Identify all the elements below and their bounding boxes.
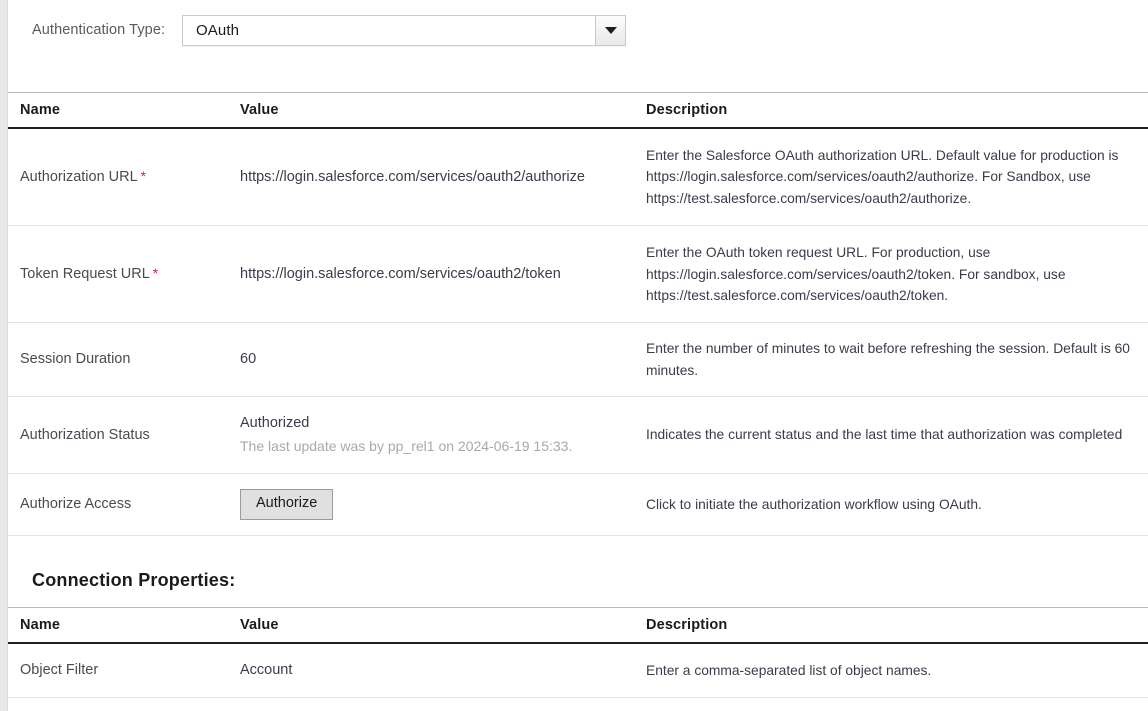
table-row: Authorization URL * https://login.salesfo… [8, 128, 1148, 227]
authentication-type-select[interactable]: OAuth [182, 14, 626, 46]
required-asterisk-icon: * [152, 264, 159, 281]
row-description-authorization-url: Enter the Salesforce OAuth authorization… [638, 128, 1148, 227]
row-value-authorization-status: Authorized The last update was by pp_rel… [228, 396, 638, 475]
row-value-token-request-url[interactable]: https://login.salesforce.com/services/oa… [228, 225, 638, 324]
connection-settings-page: Authentication Type: OAuth Name Value De… [8, 0, 1148, 711]
table-header-row: Name Value Description [8, 92, 1148, 129]
column-header-value: Value [228, 92, 638, 129]
row-value-object-filter[interactable]: Account [228, 643, 638, 698]
row-name-session-duration: Session Duration [8, 322, 228, 397]
table-row: Authorize Access Authorize Click to init… [8, 473, 1148, 537]
row-name-authorize-access: Authorize Access [8, 473, 228, 537]
row-description-token-request-url: Enter the OAuth token request URL. For p… [638, 225, 1148, 324]
connection-properties-table: Name Value Description Object Filter Acc… [8, 607, 1148, 698]
field-label: Authorize Access [20, 496, 132, 513]
row-value-session-duration[interactable]: 60 [228, 322, 638, 397]
field-label: Token Request URL [20, 265, 150, 282]
row-description-session-duration: Enter the number of minutes to wait befo… [638, 322, 1148, 397]
row-description-object-filter: Enter a comma-separated list of object n… [638, 643, 1148, 698]
table-header-row: Name Value Description [8, 607, 1148, 645]
required-asterisk-icon: * [140, 167, 147, 184]
row-name-object-filter: Object Filter [8, 643, 228, 698]
authentication-type-row: Authentication Type: OAuth [8, 0, 1148, 46]
authorize-button[interactable]: Authorize [240, 489, 334, 521]
column-header-description: Description [638, 607, 1148, 645]
column-header-description: Description [638, 92, 1148, 129]
column-header-name: Name [8, 92, 228, 129]
row-description-authorize-access: Click to initiate the authorization work… [638, 473, 1148, 537]
connection-properties-title: Connection Properties: [32, 570, 236, 591]
table-row: Token Request URL * https://login.salesfo… [8, 225, 1148, 324]
row-name-token-request-url: Token Request URL * [8, 225, 228, 324]
column-header-value: Value [228, 607, 638, 645]
table-row: Authorization Status Authorized The last… [8, 396, 1148, 475]
status-badge: Authorized [240, 415, 310, 431]
authentication-type-selected-value[interactable]: OAuth [183, 16, 595, 45]
authentication-type-label: Authentication Type: [32, 22, 166, 38]
column-header-name: Name [8, 607, 228, 645]
row-name-authorization-status: Authorization Status [8, 396, 228, 475]
row-name-authorization-url: Authorization URL * [8, 128, 228, 227]
last-update-note: The last update was by pp_rel1 on 2024-0… [240, 438, 573, 455]
oauth-properties-table: Name Value Description Authorization URL… [8, 92, 1148, 537]
left-edge-gutter [0, 0, 8, 711]
chevron-down-icon [604, 26, 617, 34]
table-row: Session Duration 60 Enter the number of … [8, 322, 1148, 397]
field-label: Session Duration [20, 351, 131, 368]
row-value-authorization-url[interactable]: https://login.salesforce.com/services/oa… [228, 128, 638, 227]
row-description-authorization-status: Indicates the current status and the las… [638, 396, 1148, 475]
field-label: Authorization Status [20, 426, 150, 443]
field-label: Authorization URL [20, 168, 138, 185]
authentication-type-dropdown-button[interactable] [595, 15, 625, 45]
row-value-authorize-access: Authorize [228, 473, 638, 537]
table-row: Object Filter Account Enter a comma-sepa… [8, 643, 1148, 698]
